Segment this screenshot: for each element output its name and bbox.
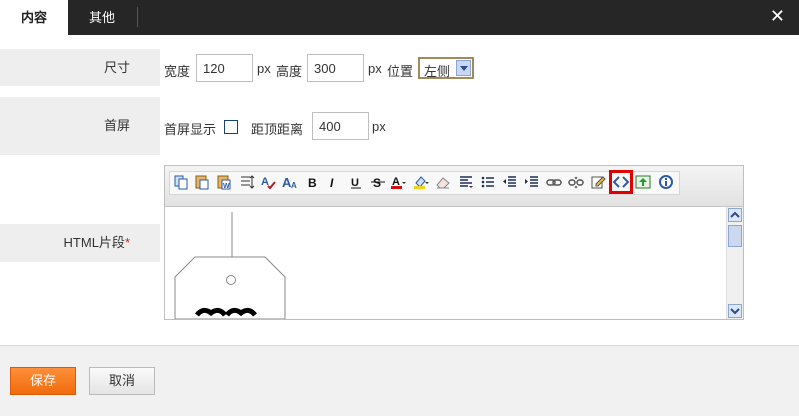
- width-input[interactable]: [196, 54, 253, 82]
- position-select-value: 左侧: [424, 64, 451, 79]
- underline-icon[interactable]: U: [348, 174, 364, 190]
- tab-divider: [137, 7, 138, 27]
- html-snippet-label: HTML片段*: [0, 224, 160, 262]
- svg-text:U: U: [351, 177, 359, 189]
- scroll-up-icon[interactable]: [728, 208, 742, 222]
- info-icon[interactable]: [658, 174, 674, 190]
- font-size-icon[interactable]: AA: [282, 174, 298, 190]
- hanging-tag-image: [174, 212, 286, 319]
- align-icon[interactable]: [458, 174, 474, 190]
- italic-icon[interactable]: I: [325, 174, 341, 190]
- first-screen-checkbox[interactable]: [224, 120, 238, 134]
- spellcheck-icon[interactable]: A: [260, 174, 276, 190]
- required-mark: *: [124, 235, 130, 250]
- width-unit: px: [257, 61, 271, 76]
- editor-content[interactable]: [165, 207, 725, 319]
- paste-icon[interactable]: [173, 174, 189, 190]
- font-color-icon[interactable]: A: [390, 174, 406, 190]
- eraser-icon[interactable]: [435, 174, 451, 190]
- top-distance-unit: px: [372, 119, 386, 134]
- tab-other[interactable]: 其他: [68, 0, 136, 35]
- svg-text:W: W: [223, 183, 230, 190]
- source-code-icon[interactable]: [609, 170, 633, 194]
- edit-icon[interactable]: [590, 174, 606, 190]
- svg-text:B: B: [308, 176, 317, 190]
- rich-text-editor[interactable]: W A AA B I U S A: [164, 165, 744, 320]
- indent-icon[interactable]: [524, 174, 540, 190]
- tab-content[interactable]: 内容: [0, 0, 68, 35]
- size-label: 尺寸: [0, 49, 160, 86]
- height-unit: px: [368, 61, 382, 76]
- paste-word-icon[interactable]: W: [216, 174, 232, 190]
- position-label: 位置: [387, 64, 414, 79]
- close-icon[interactable]: ✕: [770, 6, 785, 26]
- paste-text-icon[interactable]: [194, 174, 210, 190]
- strikethrough-icon[interactable]: S: [370, 174, 386, 190]
- dialog-header: 内容 其他 ✕: [0, 0, 799, 35]
- cancel-button[interactable]: 取消: [89, 367, 155, 395]
- chevron-down-icon[interactable]: [456, 60, 471, 76]
- bold-icon[interactable]: B: [305, 174, 321, 190]
- top-distance-label: 距顶距离: [251, 122, 304, 137]
- svg-text:S: S: [373, 176, 381, 190]
- editor-toolbar: W A AA B I U S A: [165, 166, 743, 207]
- height-label: 高度: [276, 64, 303, 79]
- top-distance-input[interactable]: [312, 112, 369, 140]
- svg-text:A: A: [291, 181, 297, 190]
- unordered-list-icon[interactable]: [480, 174, 496, 190]
- save-button[interactable]: 保存: [10, 367, 76, 395]
- first-screen-display-label: 首屏显示: [164, 122, 217, 137]
- image-upload-icon[interactable]: [635, 174, 651, 190]
- html-snippet-label-text: HTML片段: [63, 235, 125, 250]
- line-height-icon[interactable]: [239, 174, 255, 190]
- width-label: 宽度: [164, 64, 191, 79]
- scroll-down-icon[interactable]: [728, 304, 742, 318]
- svg-text:I: I: [330, 176, 334, 190]
- position-select[interactable]: 左侧: [418, 57, 474, 79]
- svg-text:A: A: [261, 176, 269, 188]
- first-screen-label: 首屏: [0, 97, 160, 155]
- editor-scrollbar[interactable]: [726, 207, 743, 319]
- link-icon[interactable]: [546, 174, 562, 190]
- height-input[interactable]: [307, 54, 364, 82]
- dialog-footer: 保存 取消: [0, 345, 799, 416]
- highlight-color-icon[interactable]: [413, 174, 429, 190]
- scrollbar-thumb[interactable]: [728, 225, 742, 247]
- unlink-icon[interactable]: [568, 174, 584, 190]
- outdent-icon[interactable]: [502, 174, 518, 190]
